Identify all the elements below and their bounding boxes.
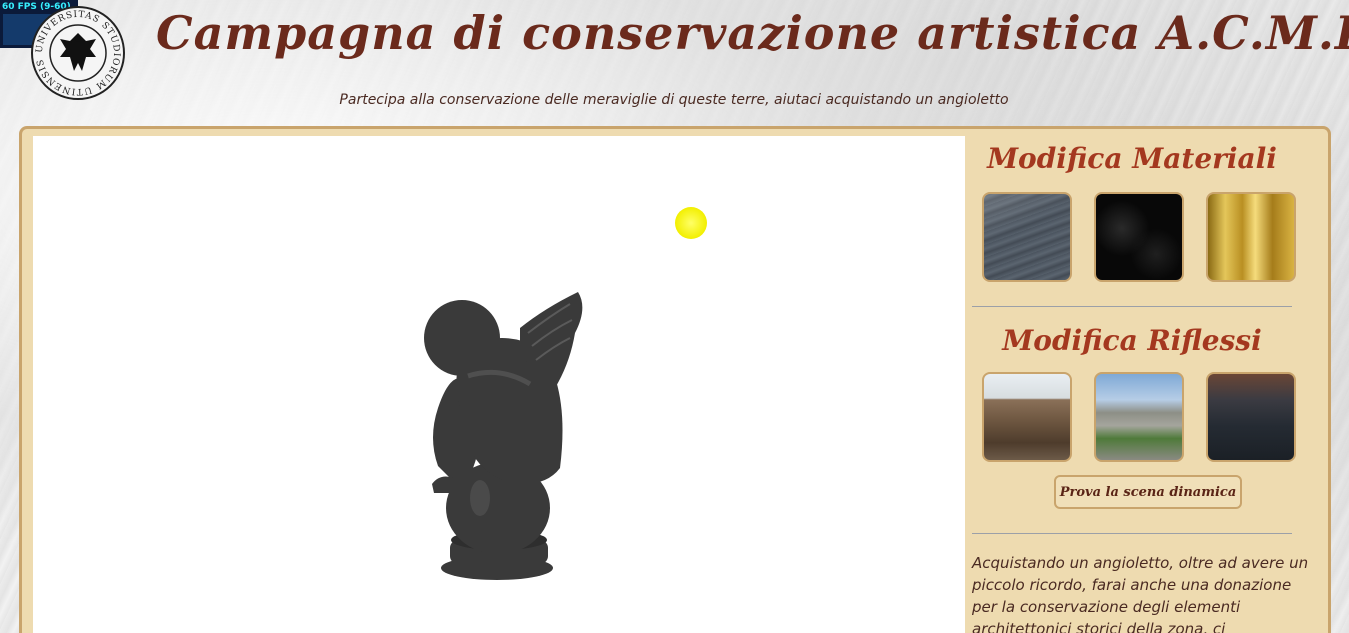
dynamic-scene-button[interactable]: Prova la scena dinamica (1054, 475, 1242, 509)
light-source-handle[interactable] (675, 207, 707, 239)
reflection-colosseum-night-thumbnail[interactable] (1206, 372, 1296, 462)
reflections-title: Modifica Riflessi (1002, 324, 1262, 357)
sidebar-divider-1 (972, 306, 1292, 307)
university-seal-logo: UNIVERSITAS STUDIORUM UTINENSIS (31, 6, 125, 100)
material-black-marble-thumbnail[interactable] (1094, 192, 1184, 282)
materials-title: Modifica Materiali (987, 142, 1277, 175)
reflection-colosseum-interior-thumbnail[interactable] (982, 372, 1072, 462)
description-text: Acquistando un angioletto, oltre ad aver… (972, 554, 1309, 633)
angel-statue-model[interactable] (420, 288, 590, 588)
material-gold-thumbnail[interactable] (1206, 192, 1296, 282)
reflection-colosseum-exterior-thumbnail[interactable] (1094, 372, 1184, 462)
material-slate-thumbnail[interactable] (982, 192, 1072, 282)
page-title: Campagna di conservazione artistica A.C.… (156, 6, 1349, 60)
sidebar-divider-2 (972, 533, 1292, 534)
page-subtitle: Partecipa alla conservazione delle merav… (339, 92, 1009, 108)
